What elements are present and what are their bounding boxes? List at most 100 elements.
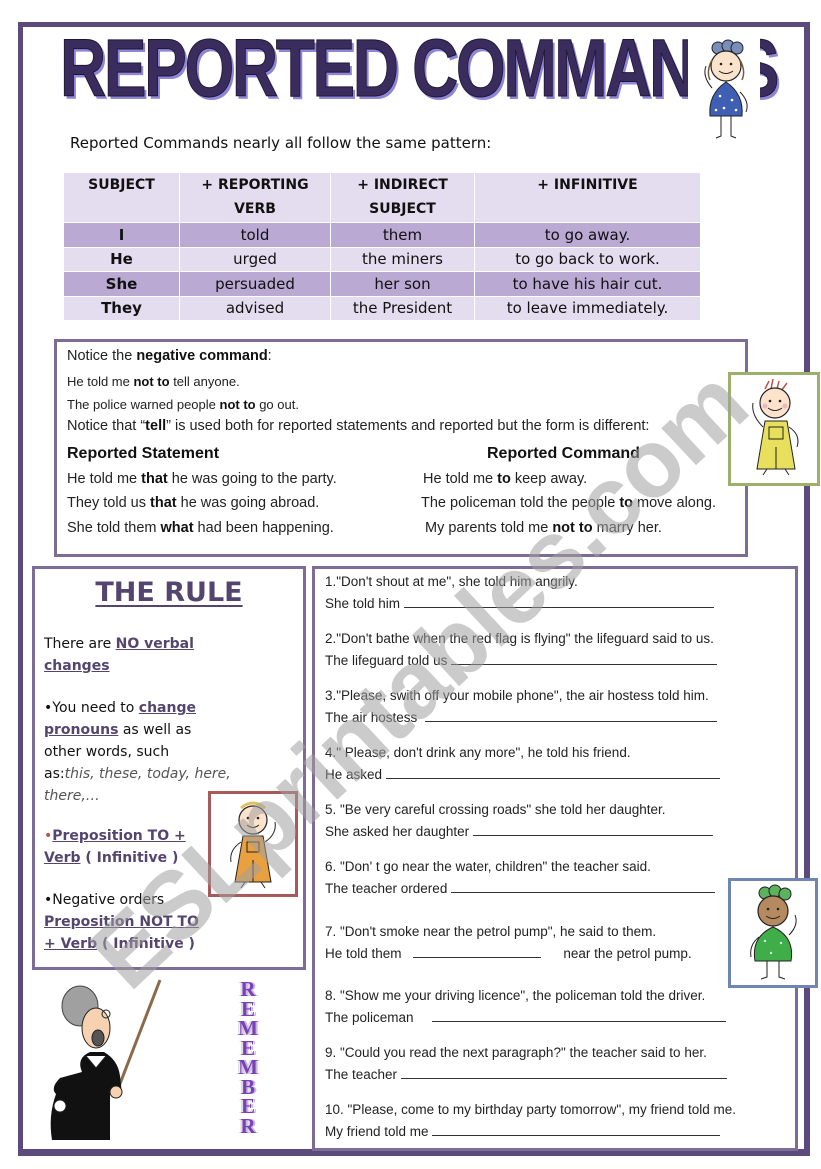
text: He told me xyxy=(67,374,134,389)
answer-blank[interactable] xyxy=(432,1008,727,1022)
table-row: I told them to go away. xyxy=(63,222,701,248)
exercise-question: 10. "Please, come to my birthday party t… xyxy=(325,1102,736,1117)
pattern-table: SUBJECT + REPORTING VERB + INDIRECT SUBJ… xyxy=(63,172,701,321)
text: •You need to xyxy=(44,700,139,716)
exercise-question: 7. "Don't smoke near the petrol pump", h… xyxy=(325,924,657,939)
exercise-prompt: The teacher ordered xyxy=(325,881,448,896)
reported-statement-heading: Reported Statement xyxy=(67,445,220,462)
exercise-prompt: He asked xyxy=(325,767,383,782)
exercise-question: 8. "Show me your driving licence", the p… xyxy=(325,988,706,1003)
exercise-question: 6. "Don' t go near the water, children" … xyxy=(325,859,651,874)
page-title: REPORTED COMMANDS xyxy=(60,23,780,114)
answer-blank[interactable] xyxy=(403,594,714,608)
answer-blank[interactable] xyxy=(385,765,720,779)
emphasis: not to xyxy=(552,520,593,536)
table-cell: them xyxy=(330,222,475,248)
exercise-prompt: The air hostess xyxy=(325,710,418,725)
statement-example: He told me that he was going to the part… xyxy=(67,471,337,487)
answer-blank[interactable] xyxy=(400,1065,727,1079)
table-row: He urged the miners to go back to work. xyxy=(63,246,701,272)
tell-note: Notice that “tell” is used both for repo… xyxy=(67,418,649,434)
remember-letter: R xyxy=(240,1113,256,1138)
command-example: He told me to keep away. xyxy=(423,471,587,487)
emphasis: that xyxy=(150,495,177,511)
emphasis: Preposition NOT TO xyxy=(44,914,199,930)
text: They told us xyxy=(67,495,151,511)
boy-yellow-overalls-illustration xyxy=(728,372,820,486)
exercise-question: 4." Please, don't drink any more", he to… xyxy=(325,745,631,760)
table-cell: to go away. xyxy=(474,222,701,248)
teacher-with-pointer-illustration xyxy=(38,976,162,1144)
emphasis: pronouns xyxy=(44,722,119,738)
text: •Negative orders xyxy=(44,892,165,908)
exercise-box: 1."Don't shout at me", she told him angr… xyxy=(312,566,798,1151)
answer-blank[interactable] xyxy=(412,944,541,958)
boy-orange-overalls-illustration xyxy=(208,791,298,897)
exercise-prompt: The teacher xyxy=(325,1067,398,1082)
exercise-prompt: She told him xyxy=(325,596,401,611)
exercise-prompt: She asked her daughter xyxy=(325,824,470,839)
exercise-item: 6. "Don' t go near the water, children" … xyxy=(325,856,716,900)
statement-example: They told us that he was going abroad. xyxy=(67,495,319,511)
text: He told me xyxy=(67,471,142,487)
table-cell: the President xyxy=(330,295,475,321)
negative-example-1: He told me not to tell anyone. xyxy=(67,374,240,389)
table-cell: urged xyxy=(179,246,331,272)
answer-blank[interactable] xyxy=(424,708,717,722)
text: go out. xyxy=(255,397,299,412)
emphasis: change xyxy=(138,700,196,716)
emphasis: that xyxy=(141,471,168,487)
column-header: + INDIRECT SUBJECT xyxy=(330,172,475,223)
emphasis: what xyxy=(160,520,194,536)
exercise-item: 4." Please, don't drink any more", he to… xyxy=(325,742,720,786)
exercise-item: 7. "Don't smoke near the petrol pump", h… xyxy=(325,921,692,965)
text: She told them xyxy=(67,520,161,536)
table-cell: to leave immediately. xyxy=(474,295,701,321)
emphasis: negative command xyxy=(136,348,268,364)
emphasis: not to xyxy=(219,397,256,412)
rule-preposition-to: •Preposition TO + Verb ( Infinitive ) xyxy=(44,825,186,869)
text: There are xyxy=(44,636,116,652)
column-header: + INFINITIVE xyxy=(474,172,701,223)
text: as: xyxy=(44,766,65,782)
exercise-item: 1."Don't shout at me", she told him angr… xyxy=(325,571,714,615)
text: tell anyone. xyxy=(169,374,240,389)
command-example: The policeman told the people to move al… xyxy=(421,495,716,511)
text: ( Infinitive ) xyxy=(80,850,179,866)
column-header: + REPORTING VERB xyxy=(179,172,331,223)
examples: there,… xyxy=(44,788,100,804)
text: other words, such xyxy=(44,744,170,760)
table-row: She persuaded her son to have his hair c… xyxy=(63,271,701,297)
exercise-prompt: My friend told me xyxy=(325,1124,429,1139)
exercise-prompt: He told them xyxy=(325,946,402,961)
emphasis: to xyxy=(619,495,633,511)
table-cell: her son xyxy=(330,271,475,297)
text: move along. xyxy=(633,495,717,511)
exercise-item: 5. "Be very careful crossing roads" she … xyxy=(325,799,713,843)
table-cell: I xyxy=(63,222,180,248)
text: he was going abroad. xyxy=(176,495,320,511)
answer-blank[interactable] xyxy=(432,1122,721,1136)
answer-blank[interactable] xyxy=(451,651,718,665)
exercise-question: 1."Don't shout at me", she told him angr… xyxy=(325,574,578,589)
table-cell: She xyxy=(63,271,180,297)
remember-word-art: R E M E M B E R xyxy=(208,979,288,1140)
text: Notice the xyxy=(67,348,137,364)
girl-blue-dress-illustration xyxy=(688,36,760,146)
notice-box: Notice the negative command: He told me … xyxy=(54,339,748,557)
exercise-item: 10. "Please, come to my birthday party t… xyxy=(325,1099,736,1143)
reported-command-heading: Reported Command xyxy=(487,445,640,462)
text: The policeman told the people xyxy=(421,495,620,511)
negative-command-intro: Notice the negative command: xyxy=(67,348,272,364)
emphasis: not to xyxy=(133,374,170,389)
emphasis: Preposition TO + xyxy=(52,828,186,844)
table-row: They advised the President to leave imme… xyxy=(63,295,701,321)
examples: this, these, today, here, xyxy=(64,766,231,782)
table-cell: They xyxy=(63,295,180,321)
exercise-item: 9. "Could you read the next paragraph?" … xyxy=(325,1042,727,1086)
intro-text: Reported Commands nearly all follow the … xyxy=(70,134,492,152)
table-cell: the miners xyxy=(330,246,475,272)
answer-blank[interactable] xyxy=(451,879,716,893)
rule-no-verbal-changes: There are NO verbal changes xyxy=(44,633,194,677)
answer-blank[interactable] xyxy=(472,822,713,836)
